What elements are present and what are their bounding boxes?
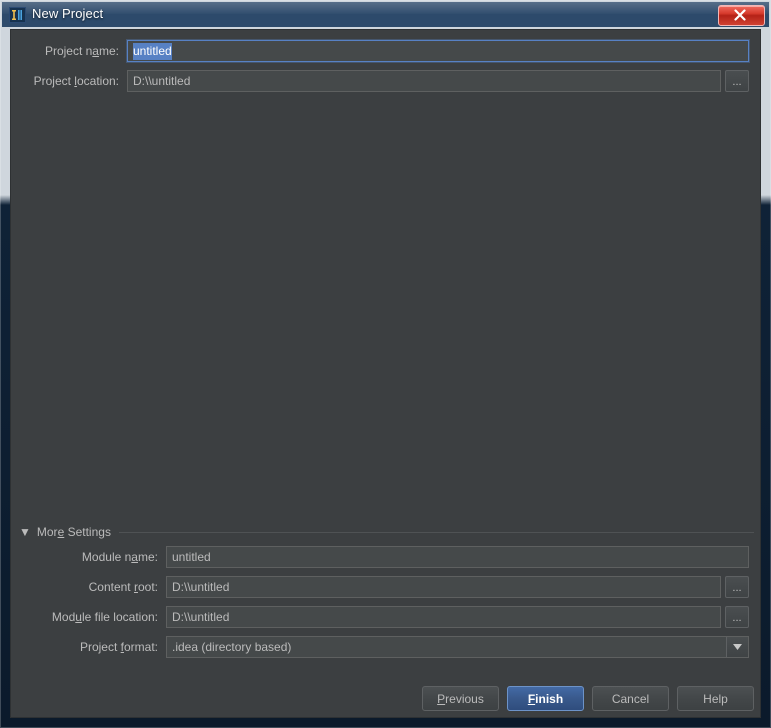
- project-location-label: Project location:: [33, 74, 119, 88]
- dialog-content: Project name: untitled Project location:…: [10, 29, 761, 718]
- title-bar-gloss: [2, 2, 769, 14]
- cancel-button-label: Cancel: [611, 691, 650, 706]
- module-file-location-browse-button[interactable]: ...: [725, 606, 749, 628]
- close-x-glyph: [734, 9, 746, 21]
- project-name-input[interactable]: untitled: [127, 40, 749, 62]
- content-root-label: Content root:: [88, 580, 158, 594]
- more-settings-toggle[interactable]: ▼ More Settings: [19, 524, 754, 540]
- project-name-value: untitled: [133, 43, 172, 60]
- close-icon[interactable]: [718, 5, 765, 26]
- project-location-row: Project location: D:\\untitled ...: [11, 70, 752, 92]
- content-root-browse-button[interactable]: ...: [725, 576, 749, 598]
- project-name-row: Project name: untitled: [11, 40, 752, 62]
- help-button-label: Help: [703, 691, 728, 706]
- finish-button[interactable]: Finish: [507, 686, 584, 711]
- project-format-label: Project format:: [79, 640, 158, 654]
- previous-button[interactable]: Previous: [422, 686, 499, 711]
- more-settings-separator: [118, 531, 754, 533]
- intellij-idea-icon: [9, 7, 26, 23]
- content-root-value: D:\\untitled: [172, 580, 230, 594]
- content-root-row: Content root: D:\\untitled ...: [11, 576, 752, 598]
- chevron-down-icon[interactable]: [726, 637, 748, 657]
- module-file-location-value: D:\\untitled: [172, 610, 230, 624]
- new-project-dialog-window: New Project Project name: untitled Proje…: [0, 0, 771, 728]
- chevron-down-icon: ▼: [19, 525, 31, 539]
- dialog-button-bar: Previous Finish Cancel Help: [11, 680, 762, 718]
- project-name-label: Project name:: [44, 44, 119, 58]
- module-file-location-row: Module file location: D:\\untitled ...: [11, 606, 752, 628]
- help-button[interactable]: Help: [677, 686, 754, 711]
- module-name-value: untitled: [172, 550, 211, 564]
- finish-button-label: Finish: [527, 691, 564, 706]
- project-location-browse-button[interactable]: ...: [725, 70, 749, 92]
- module-name-label: Module name:: [81, 550, 158, 564]
- ellipsis-icon: ...: [732, 76, 742, 88]
- module-file-location-input[interactable]: D:\\untitled: [166, 606, 721, 628]
- project-format-select[interactable]: .idea (directory based): [166, 636, 749, 658]
- module-name-row: Module name: untitled: [11, 546, 752, 568]
- ellipsis-icon: ...: [732, 582, 742, 594]
- previous-button-label: Previous: [437, 691, 484, 706]
- title-bar[interactable]: New Project: [2, 2, 769, 27]
- cancel-button[interactable]: Cancel: [592, 686, 669, 711]
- window-title: New Project: [32, 6, 104, 21]
- project-format-row: Project format: .idea (directory based): [11, 636, 752, 658]
- ellipsis-icon: ...: [732, 612, 742, 624]
- content-root-input[interactable]: D:\\untitled: [166, 576, 721, 598]
- project-location-value: D:\\untitled: [133, 74, 191, 88]
- module-file-location-label: Module file location:: [51, 610, 158, 624]
- module-name-input[interactable]: untitled: [166, 546, 749, 568]
- project-location-input[interactable]: D:\\untitled: [127, 70, 721, 92]
- more-settings-label: More Settings: [36, 525, 111, 539]
- project-format-value: .idea (directory based): [172, 640, 292, 654]
